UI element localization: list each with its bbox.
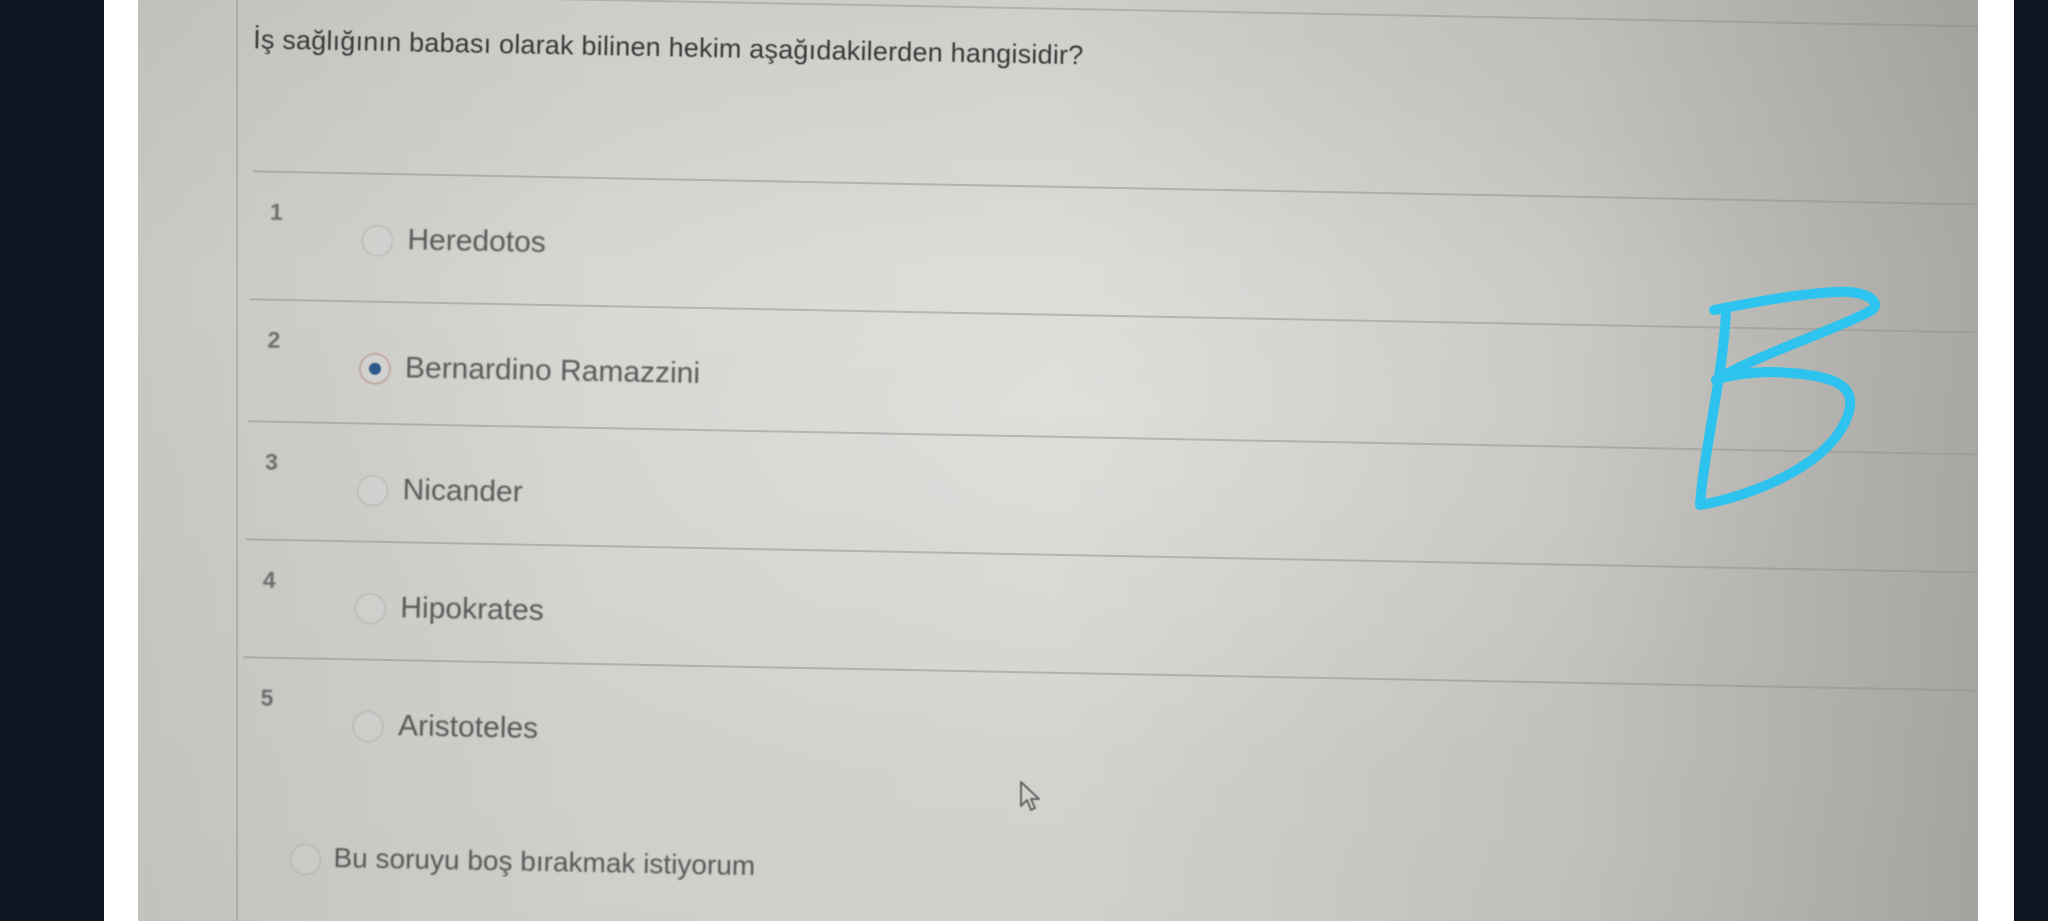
radio-button-skip[interactable] (289, 843, 322, 876)
option-label[interactable]: Nicander (402, 473, 523, 509)
option-label[interactable]: Hipokrates (400, 591, 544, 628)
mouse-pointer-icon (1020, 781, 1040, 811)
radio-button-nicander[interactable] (356, 474, 389, 508)
quiz-page: İş sağlığının babası olarak bilinen heki… (138, 0, 1978, 921)
divider (236, 0, 1978, 29)
option-label[interactable]: Heredotos (407, 223, 546, 260)
option-label[interactable]: Bernardino Ramazzini (405, 351, 701, 391)
skip-label[interactable]: Bu soruyu boş bırakmak istiyorum (333, 842, 755, 882)
question-text: İş sağlığının babası olarak bilinen heki… (252, 24, 1084, 71)
radio-button-aristoteles[interactable] (351, 710, 385, 743)
option-label[interactable]: Aristoteles (398, 709, 539, 746)
handwritten-b-annotation (1695, 286, 1880, 510)
card-left-border (236, 0, 238, 921)
option-number: 5 (260, 684, 274, 711)
option-number: 4 (262, 566, 276, 593)
radio-button-ramazzini-selected[interactable] (358, 352, 392, 386)
option-number: 3 (264, 448, 279, 475)
option-number: 2 (267, 326, 281, 353)
radio-button-hipokrates[interactable] (354, 592, 387, 625)
screen-photo: İş sağlığının babası olarak bilinen heki… (0, 0, 2048, 921)
option-number: 1 (269, 198, 283, 225)
radio-button-heredotos[interactable] (361, 224, 394, 258)
